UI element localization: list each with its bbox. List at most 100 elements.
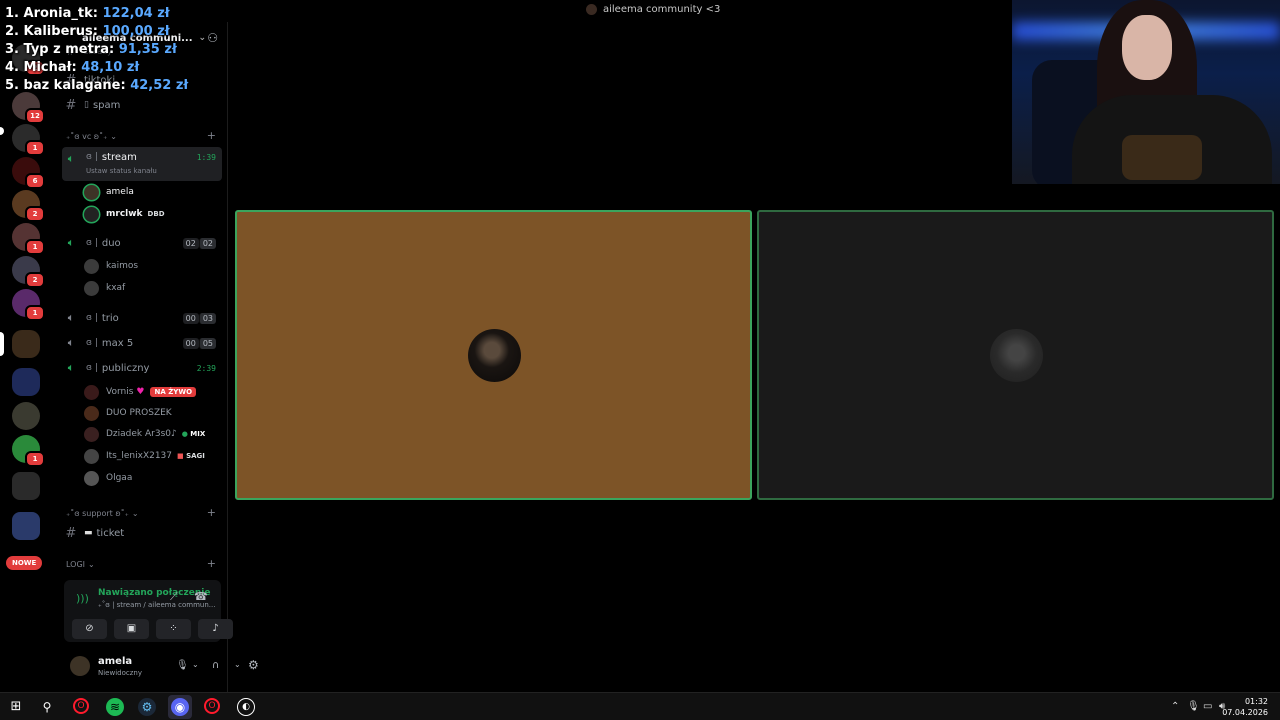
- voice-member[interactable]: amela: [84, 182, 134, 202]
- streamer-face: [1122, 15, 1172, 80]
- headphones-icon[interactable]: ∩: [212, 660, 219, 671]
- server-badge: 1: [25, 239, 45, 255]
- discord-icon[interactable]: ◉: [171, 698, 189, 716]
- channel-stream[interactable]: 🔈︎ ɞ | stream 1:39: [62, 147, 222, 181]
- gear-icon[interactable]: ⚙: [248, 658, 259, 672]
- server-icon-2[interactable]: 12: [12, 92, 45, 124]
- search-icon[interactable]: ⚲: [38, 698, 56, 716]
- obs-icon[interactable]: ◐: [237, 698, 255, 716]
- steam-icon[interactable]: ⚙: [138, 698, 156, 716]
- server-icon-9[interactable]: [12, 402, 40, 430]
- voice-member[interactable]: Vornis ♥ NA ŻYWO: [84, 382, 197, 402]
- network-icon[interactable]: ▭: [1203, 701, 1212, 712]
- hash-icon: #: [65, 97, 77, 113]
- donation-amount: 100,00 zł: [102, 24, 170, 39]
- user-limit: 00 05: [182, 337, 216, 349]
- voice-member[interactable]: kaimos: [84, 256, 138, 276]
- clock-date: 07.04.2026: [1222, 708, 1268, 717]
- channel-publiczny[interactable]: 🔈︎ ɞ | publiczny 2:39: [62, 357, 222, 379]
- video-tile-amela[interactable]: [235, 210, 752, 500]
- server-badge: 6: [25, 173, 45, 189]
- voice-member[interactable]: Dziadek Ar3s0♪ ● MIX: [84, 424, 205, 444]
- donation-row: 1. Aronia_tk: 122,04 zł: [5, 5, 188, 23]
- spotify-icon[interactable]: ≋: [106, 698, 124, 716]
- add-channel-icon[interactable]: +: [207, 557, 216, 570]
- server-badge: 1: [25, 451, 45, 467]
- signal-icon[interactable]: ))): [76, 592, 89, 605]
- screen-share-button[interactable]: ▣: [114, 619, 149, 639]
- server-badge: 1: [25, 305, 45, 321]
- avatar: [84, 470, 99, 486]
- user-limit-value: 02: [198, 237, 216, 249]
- server-icon-8[interactable]: 1: [12, 289, 45, 321]
- server-icon-5[interactable]: 2: [12, 190, 45, 222]
- channel-label: trio: [101, 312, 119, 324]
- voice-member[interactable]: Its_lenixX2137 ■ SAGI: [84, 446, 205, 466]
- channel-spam[interactable]: # ▯ spam: [62, 94, 222, 116]
- folder-icon[interactable]: [12, 368, 40, 396]
- channel-deco: ɞ |: [86, 152, 98, 162]
- activity-tag: ● MIX: [182, 430, 206, 438]
- channel-sidebar: aileema communi... ⌄ ⚇ # zasady # tiktok…: [56, 22, 259, 692]
- category-support[interactable]: ₊˚ɞ support ʚ˚₊ ⌄ +: [66, 506, 216, 519]
- voice-member[interactable]: mrclwk DBD: [84, 204, 165, 224]
- heart-icon: ♥: [136, 387, 145, 397]
- add-channel-icon[interactable]: +: [207, 506, 216, 519]
- add-channel-icon[interactable]: +: [207, 129, 216, 142]
- windows-start-icon[interactable]: ⊞: [7, 698, 25, 716]
- system-clock[interactable]: 01:32 07.04.2026: [1222, 696, 1268, 718]
- member-name: Vornis: [106, 387, 134, 397]
- opera-gx-icon[interactable]: O: [73, 698, 89, 714]
- category-label: ₊˚ɞ vc ʚ˚₊: [66, 132, 108, 141]
- add-person-icon[interactable]: ⚇: [207, 31, 218, 45]
- server-icon-10[interactable]: 1: [12, 435, 45, 467]
- category-vc[interactable]: ₊˚ɞ vc ʚ˚₊ ⌄ +: [66, 129, 216, 142]
- chevron-up-icon[interactable]: ⌃: [1171, 701, 1179, 712]
- channel-trio[interactable]: 🔈︎ ɞ | trio 00 03: [62, 307, 222, 329]
- server-folder-2[interactable]: [12, 512, 40, 540]
- spotify-icon: ●: [181, 430, 188, 438]
- channel-label: ticket: [96, 527, 125, 539]
- voice-member[interactable]: Olgaa: [84, 468, 132, 488]
- server-icon-4[interactable]: 6: [12, 157, 45, 189]
- donor-name: 2. Kaliberus:: [5, 24, 98, 39]
- camera-off-button[interactable]: ⊘: [72, 619, 107, 639]
- channel-timer: 2:39: [196, 363, 216, 373]
- microphone-icon[interactable]: 🎙︎: [176, 660, 189, 671]
- channel-deco: ɞ |: [86, 238, 98, 248]
- server-folder[interactable]: [12, 472, 40, 500]
- category-label: ₊˚ɞ support ʚ˚₊: [66, 509, 129, 518]
- avatar: [468, 329, 521, 382]
- category-logi[interactable]: LOGI ⌄ +: [66, 557, 216, 570]
- member-name: kxaf: [106, 283, 126, 293]
- donation-row: 2. Kaliberus: 100,00 zł: [5, 23, 188, 41]
- channel-label: max 5: [101, 337, 134, 349]
- new-badge[interactable]: NOWE: [6, 556, 43, 570]
- avatar: [84, 258, 99, 274]
- channel-status-hint[interactable]: Ustaw status kanału: [86, 167, 157, 175]
- server-icon-7[interactable]: 2: [12, 256, 45, 288]
- chevron-down-icon: ⌄: [198, 33, 207, 43]
- disconnect-icon[interactable]: ☎: [194, 590, 208, 603]
- avatar[interactable]: [70, 656, 90, 676]
- chevron-down-icon[interactable]: ⌄: [192, 660, 199, 669]
- video-tile-mrclwk[interactable]: [757, 210, 1274, 500]
- chevron-down-icon[interactable]: ⌄: [234, 660, 241, 669]
- channel-max5[interactable]: 🔈︎ ɞ | max 5 00 05: [62, 332, 222, 354]
- server-icon-3[interactable]: 1: [12, 124, 45, 156]
- noise-suppression-icon[interactable]: ⟋: [170, 590, 178, 604]
- channel-ticket[interactable]: # ▬ ticket: [62, 522, 222, 544]
- channel-duo[interactable]: 🔈︎ ɞ | duo 02 02: [62, 232, 222, 254]
- donation-amount: 42,52 zł: [130, 78, 189, 93]
- server-icon-6[interactable]: 1: [12, 223, 45, 255]
- window-title: aileema community <3: [586, 4, 720, 15]
- voice-member[interactable]: kxaf: [84, 278, 125, 298]
- server-icon-active[interactable]: [12, 330, 40, 358]
- opera-icon[interactable]: O: [204, 698, 220, 714]
- microphone-tray-icon[interactable]: 🎙︎: [1187, 701, 1200, 712]
- voice-member[interactable]: DUO PROSZEK: [84, 403, 172, 423]
- soundboard-button[interactable]: ♪: [198, 619, 233, 639]
- user-name[interactable]: amela: [98, 656, 132, 667]
- channel-deco: ɞ |: [86, 313, 98, 323]
- activities-button[interactable]: ⁘: [156, 619, 191, 639]
